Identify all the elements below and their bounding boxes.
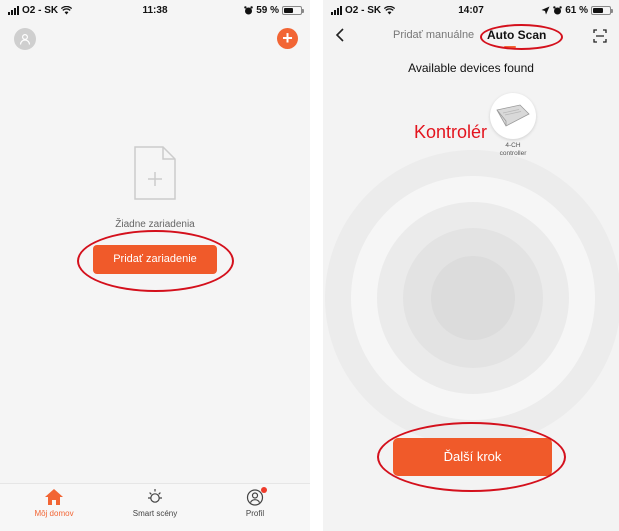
- scan-radar: [325, 150, 619, 446]
- alarm-icon: [553, 6, 563, 15]
- active-tab-indicator: [504, 46, 516, 48]
- tab-auto-scan[interactable]: Auto Scan: [487, 28, 546, 42]
- back-chevron-icon[interactable]: [335, 28, 345, 42]
- scan-qr-icon[interactable]: [593, 29, 607, 43]
- add-device-button[interactable]: Pridať zariadenie: [93, 245, 217, 274]
- empty-document-icon: [134, 146, 176, 200]
- auto-scan-screen: O2 - SK 14:07 61 % Pridať manuálne Auto …: [323, 0, 619, 531]
- controller-device-icon: [496, 104, 530, 127]
- empty-state-label: Žiadne zariadenia: [115, 219, 195, 230]
- user-icon: [19, 33, 31, 45]
- tab-add-manually[interactable]: Pridať manuálne: [393, 29, 474, 41]
- annotation-label: Kontrolér: [414, 122, 488, 142]
- status-bar: O2 - SK 11:38 59 %: [0, 0, 310, 22]
- battery-percent: 59 %: [256, 5, 279, 16]
- tab-my-home[interactable]: Môj domov: [14, 484, 94, 531]
- battery-icon: [282, 6, 304, 15]
- sun-icon: [148, 489, 162, 503]
- avatar[interactable]: [14, 28, 36, 50]
- found-devices-title: Available devices found: [408, 61, 534, 75]
- tab-profile[interactable]: Profil: [215, 484, 295, 531]
- notification-dot: [261, 487, 267, 493]
- battery-percent: 61 %: [565, 5, 588, 16]
- tab-bar: Môj domov Smart scény Profil: [0, 483, 310, 531]
- next-step-button[interactable]: Ďalší krok: [393, 438, 552, 476]
- alarm-icon: [244, 6, 254, 15]
- my-home-screen: O2 - SK 11:38 59 % + Žiadne zariadenia P…: [0, 0, 310, 531]
- top-navigation: Pridať manuálne Auto Scan: [323, 22, 619, 50]
- status-bar: O2 - SK 14:07 61 %: [323, 0, 619, 22]
- home-icon: [45, 489, 63, 505]
- found-device-4ch-controller[interactable]: 4-CH controller: [488, 93, 538, 158]
- tab-smart-scenes[interactable]: Smart scény: [115, 484, 195, 531]
- device-name-line2: controller: [499, 150, 527, 157]
- add-home-device-icon[interactable]: +: [277, 28, 298, 49]
- location-icon: [541, 6, 550, 15]
- battery-icon: [591, 6, 613, 15]
- device-name-line1: 4-CH: [505, 142, 521, 149]
